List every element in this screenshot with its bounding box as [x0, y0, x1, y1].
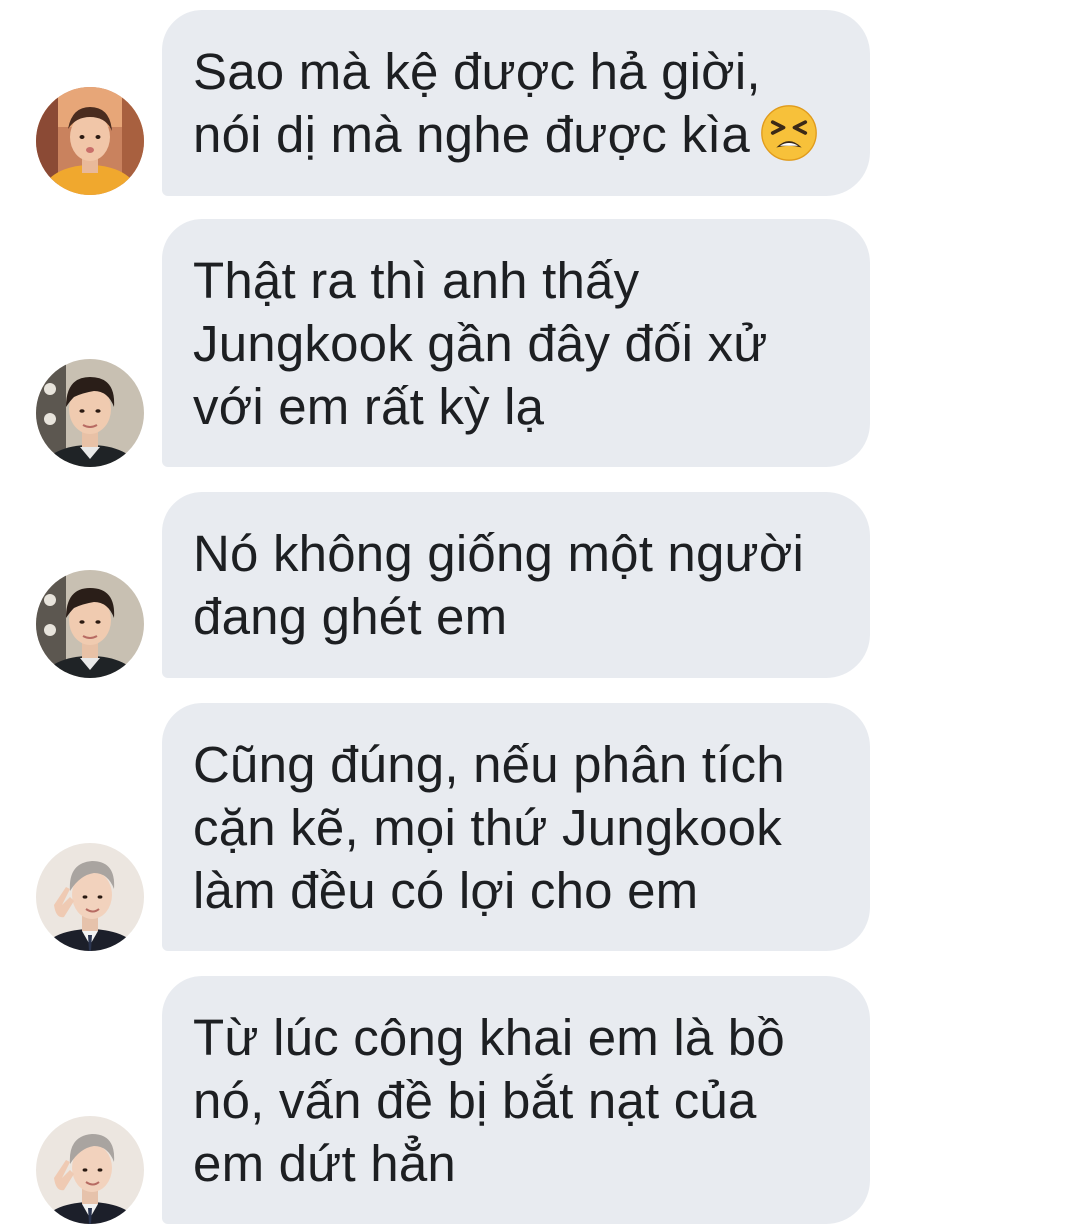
message-row: Thật ra thì anh thấy Jungkook gần đây đố… — [0, 219, 1080, 467]
avatar-dark-hair-suit-icon — [36, 359, 144, 467]
sender-avatar[interactable] — [36, 843, 144, 951]
message-bubble[interactable]: Cũng đúng, nếu phân tích cặn kẽ, mọi thứ… — [162, 703, 870, 951]
message-row: Từ lúc công khai em là bồ nó, vấn đề bị … — [0, 976, 1080, 1224]
avatar-dark-hair-suit-icon — [36, 570, 144, 678]
message-bubble[interactable]: Từ lúc công khai em là bồ nó, vấn đề bị … — [162, 976, 870, 1224]
message-row: Sao mà kệ được hả giời, nói dị mà nghe đ… — [0, 10, 1080, 196]
message-bubble[interactable]: Thật ra thì anh thấy Jungkook gần đây đố… — [162, 219, 870, 467]
message-text: Cũng đúng, nếu phân tích cặn kẽ, mọi thứ… — [193, 736, 785, 919]
message-row: Nó không giống một người đang ghét em — [0, 492, 1080, 678]
sender-avatar[interactable] — [36, 87, 144, 195]
tired-face-emoji-icon — [761, 105, 817, 161]
message-text: Sao mà kệ được hả giời, nói dị mà nghe đ… — [193, 40, 840, 166]
message-bubble[interactable]: Sao mà kệ được hả giời, nói dị mà nghe đ… — [162, 10, 870, 196]
sender-avatar[interactable] — [36, 1116, 144, 1224]
message-text: Thật ra thì anh thấy Jungkook gần đây đố… — [193, 252, 768, 435]
avatar-orange-shirt-icon — [36, 87, 144, 195]
sender-avatar[interactable] — [36, 359, 144, 467]
message-row: Cũng đúng, nếu phân tích cặn kẽ, mọi thứ… — [0, 703, 1080, 951]
message-bubble[interactable]: Nó không giống một người đang ghét em — [162, 492, 870, 678]
avatar-gray-hair-suit-icon — [36, 1116, 144, 1224]
message-thread: Sao mà kệ được hả giời, nói dị mà nghe đ… — [0, 0, 1080, 1227]
sender-avatar[interactable] — [36, 570, 144, 678]
message-text: Từ lúc công khai em là bồ nó, vấn đề bị … — [193, 1009, 785, 1192]
avatar-gray-hair-suit-icon — [36, 843, 144, 951]
message-text: Nó không giống một người đang ghét em — [193, 525, 805, 645]
